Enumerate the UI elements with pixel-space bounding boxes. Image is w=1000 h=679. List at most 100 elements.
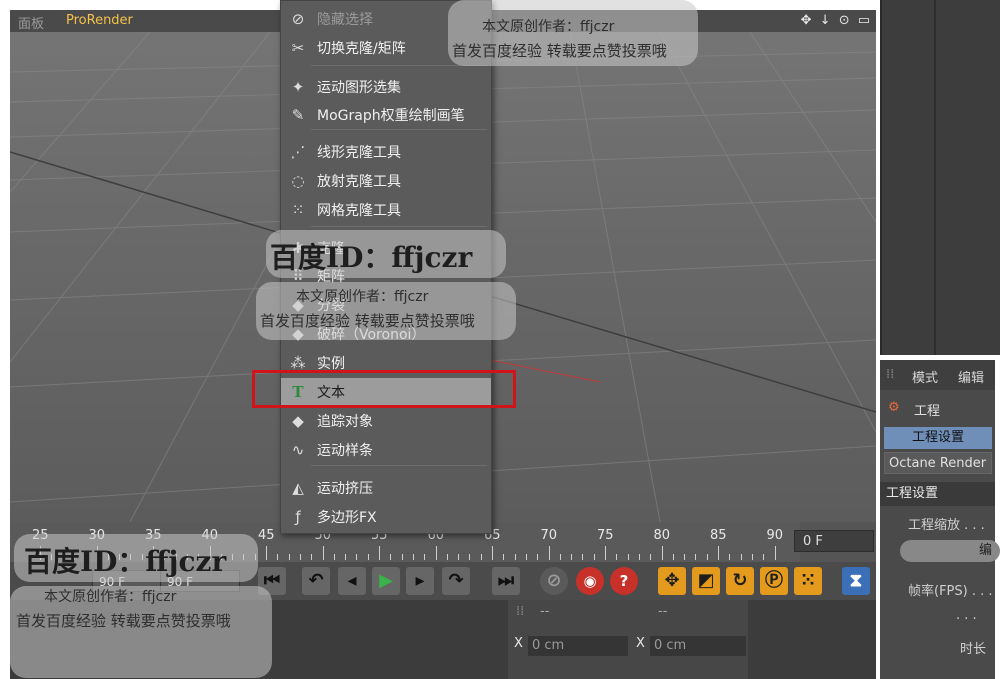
param-key-icon[interactable]: Ⓟ xyxy=(760,567,788,595)
timeline-tick-label: 45 xyxy=(258,528,275,543)
menu-item-label: 运动挤压 xyxy=(317,481,373,497)
project-icon: ⚙ xyxy=(888,400,900,415)
timeline-minor-tick xyxy=(571,554,573,560)
weight-paint-brush-icon: ✎ xyxy=(291,106,305,124)
timeline-tick-label: 70 xyxy=(540,528,558,543)
timeline-minor-tick xyxy=(401,554,403,560)
timeline-tick xyxy=(605,546,606,560)
prev-frame-button[interactable]: ◂ xyxy=(338,567,366,595)
project-label: 工程 xyxy=(914,404,941,419)
timeline-minor-tick xyxy=(672,554,674,560)
current-frame-field[interactable]: 0 F xyxy=(794,530,874,552)
attribute-header: ⁞⁞ 模式 编辑 xyxy=(880,360,995,390)
menu-item[interactable]: ◆ 追踪对象 xyxy=(281,407,491,435)
x2-label: X xyxy=(636,636,645,651)
grid-clone-icon: ⁙ xyxy=(291,201,305,219)
timeline-minor-tick xyxy=(458,554,460,560)
timeline-minor-tick xyxy=(695,554,697,560)
timeline-tick xyxy=(322,546,324,560)
attribute-manager: ⁞⁞ 模式 编辑 ⚙ 工程 工程设置 Octane Render 工程设置 工程… xyxy=(880,360,1000,679)
timeline-minor-tick xyxy=(650,554,652,560)
go-to-end-button[interactable]: ⏭ xyxy=(492,567,520,595)
edit-menu[interactable]: 编辑 xyxy=(958,367,984,386)
linear-clone-icon: ⋰ xyxy=(290,143,306,161)
prev-key-button[interactable]: ↶ xyxy=(302,567,330,595)
tracer-icon: ◆ xyxy=(292,412,304,430)
viewport-nav-icons[interactable]: ✥ ↓ ⊙ ▭ xyxy=(801,13,872,28)
timeline-minor-tick xyxy=(469,554,471,560)
prorender-menu[interactable]: ProRender xyxy=(66,13,133,28)
menu-item-label: 追踪对象 xyxy=(317,414,373,430)
next-frame-button[interactable]: ▸ xyxy=(406,567,434,595)
timeline-minor-tick xyxy=(424,554,426,560)
timeline-minor-tick xyxy=(593,554,595,560)
menu-item-label: 运动图形选集 xyxy=(317,80,401,96)
menu-separator xyxy=(311,465,487,466)
timeline-minor-tick xyxy=(559,554,561,560)
c4d-window: 面板 ProRender ✥ ↓ ⊙ ▭ ⁞⁞ 模式 编辑 ⚙ 工程 工程设置 … xyxy=(0,0,1000,679)
scale-key-icon[interactable]: ◩ xyxy=(692,567,720,595)
panel-menu[interactable]: 面板 xyxy=(18,13,44,32)
next-key-button[interactable]: ↷ xyxy=(442,567,470,595)
menu-item[interactable]: ƒ 多边形FX xyxy=(281,503,491,531)
timeline-tick xyxy=(774,546,776,560)
move-key-icon[interactable]: ✥ xyxy=(658,567,686,595)
menu-item-label: 运动样条 xyxy=(317,443,373,459)
hide-selection-icon: ⊘ xyxy=(291,10,305,28)
record-disabled-icon[interactable]: ⊘ xyxy=(540,567,568,595)
autokey-icon[interactable]: ◉ xyxy=(576,567,604,595)
scale-edit-button[interactable]: 编 xyxy=(900,540,1000,562)
field-dots: . . . xyxy=(956,608,977,623)
timeline-minor-tick xyxy=(277,554,279,560)
menu-item[interactable]: ◭ 运动挤压 xyxy=(281,474,491,502)
grip-icon: ⁞⁞ xyxy=(516,604,525,619)
mograph-selection-icon: ✦ xyxy=(291,78,305,96)
watermark-promo: 首发百度经验 转载要点赞投票哦 xyxy=(452,42,667,60)
timeline-window-icon[interactable]: ⧗ xyxy=(842,567,870,595)
timeline-tick-label: 85 xyxy=(710,528,727,543)
menu-item-label: 隐藏选择 xyxy=(317,12,373,28)
menu-item[interactable]: ⋰ 线形克隆工具 xyxy=(281,138,491,166)
menu-item-label: 线形克隆工具 xyxy=(317,145,401,161)
timeline-minor-tick xyxy=(345,554,347,560)
octane-render-tab[interactable]: Octane Render xyxy=(884,452,992,474)
menu-item[interactable]: ◌ 放射克隆工具 xyxy=(281,167,491,195)
x-position-field[interactable]: 0 cm xyxy=(528,636,628,656)
coordinate-manager: ⁞⁞ -- -- X 0 cm X 0 cm xyxy=(508,600,748,679)
timeline-minor-tick xyxy=(480,554,482,560)
watermark-author: 本文原创作者：ffjczr xyxy=(482,19,615,35)
timeline-minor-tick xyxy=(333,554,335,560)
rotate-key-icon[interactable]: ↻ xyxy=(726,567,754,595)
watermark-id: 百度ID：ffjczr xyxy=(24,545,227,578)
timeline-minor-tick xyxy=(684,554,686,560)
play-button[interactable]: ▶ xyxy=(372,567,400,595)
menu-item[interactable]: ∿ 运动样条 xyxy=(281,436,491,464)
highlight-box xyxy=(252,370,516,408)
timeline-tick xyxy=(661,546,663,560)
section-title: 工程设置 xyxy=(880,482,995,506)
menu-item-label: 切换克隆/矩阵 xyxy=(317,41,406,57)
timeline-minor-tick xyxy=(740,554,742,560)
mode-menu[interactable]: 模式 xyxy=(912,367,938,386)
timeline-minor-tick xyxy=(390,554,392,560)
menu-item[interactable]: ✎ MoGraph权重绘制画笔 xyxy=(281,101,491,129)
watermark-promo: 首发百度经验 转载要点赞投票哦 xyxy=(260,312,475,330)
timeline-tick-label: 90 xyxy=(766,528,784,543)
radial-clone-icon: ◌ xyxy=(291,172,305,190)
object-manager[interactable] xyxy=(880,0,1000,355)
timeline-minor-tick xyxy=(412,554,414,560)
timeline-tick xyxy=(435,546,437,560)
menu-separator xyxy=(311,129,487,130)
menu-item[interactable]: ⁙ 网格克隆工具 xyxy=(281,196,491,224)
timeline-tick xyxy=(379,546,380,560)
coord-header-b: -- xyxy=(658,604,668,619)
point-key-icon[interactable]: ⁙ xyxy=(794,567,822,595)
x-size-field[interactable]: 0 cm xyxy=(650,636,746,656)
timeline-minor-tick xyxy=(729,554,731,560)
timeline-tick xyxy=(492,546,493,560)
timeline-minor-tick xyxy=(311,554,313,560)
watermark-promo: 首发百度经验 转载要点赞投票哦 xyxy=(16,612,231,630)
keyframe-help-icon[interactable]: ? xyxy=(610,567,638,595)
project-settings-tab[interactable]: 工程设置 xyxy=(884,427,992,449)
menu-item[interactable]: ✦ 运动图形选集 xyxy=(281,73,491,101)
